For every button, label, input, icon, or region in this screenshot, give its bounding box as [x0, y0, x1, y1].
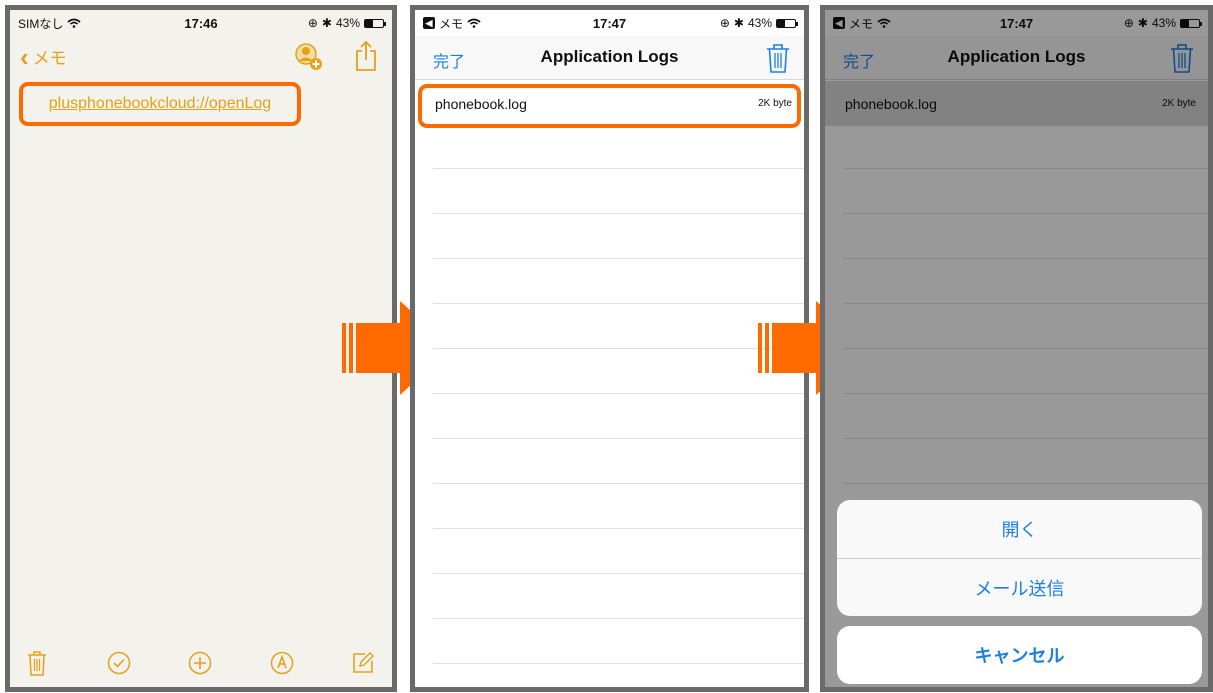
back-app-icon: ◀: [423, 17, 435, 29]
chevron-left-icon: ‹: [20, 41, 29, 72]
add-button[interactable]: [185, 648, 215, 678]
row-divider: [433, 618, 804, 619]
carrier-label: メモ: [439, 16, 464, 31]
row-divider: [433, 348, 804, 349]
back-to-notes-button[interactable]: ‹ メモ: [20, 41, 67, 72]
row-divider: [433, 303, 804, 304]
battery-percent: 43%: [335, 16, 360, 30]
carrier-label: SIMなし: [18, 16, 64, 31]
row-divider: [433, 483, 804, 484]
battery-icon: [364, 18, 386, 28]
notes-toolbar: [10, 645, 392, 681]
sketch-button[interactable]: [267, 648, 297, 678]
row-divider: [433, 168, 804, 169]
note-link-highlight: plusphonebookcloud://openLog: [19, 82, 301, 126]
wifi-icon: [467, 18, 481, 28]
row-divider: [433, 213, 804, 214]
row-divider: [433, 438, 804, 439]
sketch-icon: [270, 651, 293, 675]
add-person-icon[interactable]: [294, 42, 324, 72]
checklist-button[interactable]: [104, 648, 134, 678]
status-bar: ◀ メモ 17:47 ⊕ ✱ 43%: [415, 10, 804, 36]
share-icon[interactable]: [354, 40, 378, 72]
bluetooth-icon: ✱: [321, 16, 332, 30]
add-icon: [188, 651, 212, 675]
wifi-icon: [67, 18, 81, 28]
action-sheet: 開く メール送信: [837, 500, 1202, 616]
row-divider: [433, 573, 804, 574]
orientation-lock-icon: ⊕: [307, 16, 318, 30]
log-file-size: 2K byte: [758, 98, 792, 109]
row-divider: [433, 393, 804, 394]
trash-icon: [28, 651, 46, 676]
open-log-url-link[interactable]: plusphonebookcloud://openLog: [49, 95, 271, 113]
compose-icon: [353, 652, 374, 673]
battery-fill: [777, 19, 785, 27]
back-label: メモ: [32, 49, 67, 68]
row-divider: [433, 663, 804, 664]
log-file-name: phonebook.log: [435, 95, 527, 112]
battery-fill: [365, 19, 373, 27]
notes-screen: SIMなし 17:46 ⊕ ✱ 43% ‹ メモ plusphonebookcl…: [5, 5, 397, 692]
page-title: Application Logs: [540, 47, 679, 66]
trash-icon[interactable]: [766, 43, 790, 73]
orientation-lock-icon: ⊕: [719, 16, 730, 30]
delete-note-button[interactable]: [22, 648, 52, 678]
logs-nav-bar: 完了 Application Logs: [415, 36, 804, 80]
row-divider: [433, 258, 804, 259]
logs-screen: ◀ メモ 17:47 ⊕ ✱ 43% 完了 Application Logs p…: [410, 5, 809, 692]
battery-icon: [776, 18, 798, 28]
open-button[interactable]: 開く: [837, 500, 1202, 558]
log-file-row[interactable]: phonebook.log 2K byte: [415, 81, 804, 126]
cancel-button[interactable]: キャンセル: [837, 626, 1202, 684]
row-divider: [433, 528, 804, 529]
send-mail-button[interactable]: メール送信: [837, 558, 1202, 616]
compose-button[interactable]: [348, 648, 378, 678]
status-bar: SIMなし 17:46 ⊕ ✱ 43%: [10, 10, 392, 36]
battery-percent: 43%: [747, 16, 772, 30]
bluetooth-icon: ✱: [733, 16, 744, 30]
logs-action-screen: ◀ メモ 17:47 ⊕ ✱ 43% 完了 Application Logs p…: [820, 5, 1213, 692]
checklist-icon: [107, 651, 130, 675]
tutorial-canvas: SIMなし 17:46 ⊕ ✱ 43% ‹ メモ plusphonebookcl…: [0, 0, 1213, 693]
notes-nav-bar: ‹ メモ: [10, 36, 392, 78]
